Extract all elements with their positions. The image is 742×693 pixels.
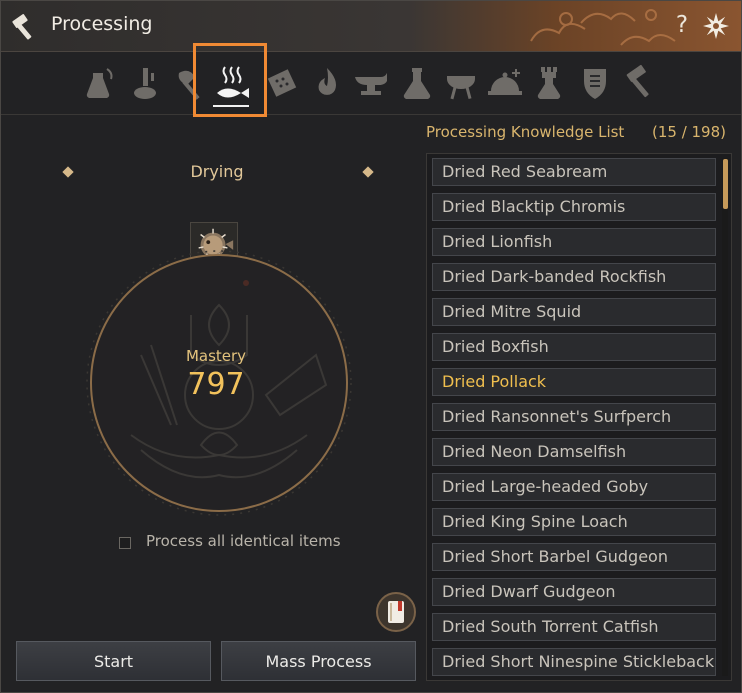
list-item[interactable]: Dried Ransonnet's Surfperch [432, 403, 716, 431]
grind-icon [134, 68, 156, 99]
diamond-ornament-left [62, 166, 74, 178]
list-item[interactable]: Dried Boxfish [432, 333, 716, 361]
list-item[interactable]: Dried Short Barbel Gudgeon [432, 543, 716, 571]
list-item[interactable]: Dried Large-headed Goby [432, 473, 716, 501]
list-scrollbar-track[interactable] [722, 158, 728, 676]
help-button[interactable]: ? [671, 12, 693, 40]
list-scrollbar-thumb[interactable] [723, 159, 728, 209]
axe-icon [178, 70, 200, 100]
list-item[interactable]: Dried Blacktip Chromis [432, 193, 716, 221]
diamond-ornament-right [362, 166, 374, 178]
list-item[interactable]: Dried Pollack [432, 368, 716, 396]
mass-process-button[interactable]: Mass Process [221, 641, 416, 681]
list-item[interactable]: Dried Dwarf Gudgeon [432, 578, 716, 606]
list-item[interactable]: Dried Neon Damselfish [432, 438, 716, 466]
list-item[interactable]: Dried Dark-banded Rockfish [432, 263, 716, 291]
list-item[interactable]: Dried Red Seabream [432, 158, 716, 186]
list-item[interactable]: Dried King Spine Loach [432, 508, 716, 536]
tab-cooking[interactable] [441, 63, 481, 103]
tab-chopping[interactable] [171, 63, 211, 103]
tower-flask-icon [537, 67, 561, 100]
tab-guild[interactable] [575, 63, 615, 103]
drying-fish-icon [217, 66, 249, 98]
hammer-icon [626, 64, 649, 98]
tab-imperial-cooking[interactable] [485, 63, 525, 103]
cloud-ornament-icon [530, 9, 676, 46]
knowledge-list-count: (15 / 198) [651, 123, 726, 141]
shield-icon [584, 69, 606, 99]
processing-category-tabs [1, 53, 741, 115]
process-all-checkbox[interactable] [119, 537, 131, 549]
tab-imperial-alchemy[interactable] [529, 63, 569, 103]
tab-drying[interactable] [213, 63, 253, 103]
category-label: Drying [190, 162, 244, 181]
list-item[interactable]: Dried South Torrent Catfish [432, 613, 716, 641]
cloche-icon [488, 69, 522, 95]
list-item[interactable]: Dried Lionfish [432, 228, 716, 256]
tab-grinding[interactable] [127, 63, 167, 103]
list-item[interactable]: Dried Mitre Squid [432, 298, 716, 326]
hammer-icon [12, 14, 32, 40]
tab-alchemy[interactable] [397, 63, 437, 103]
tab-manufacture[interactable] [621, 63, 661, 103]
recipe-book-icon[interactable] [376, 592, 416, 632]
active-tab-underline [213, 105, 249, 107]
tab-heating[interactable] [307, 63, 347, 103]
tab-smithing[interactable] [351, 63, 391, 103]
grill-icon [447, 76, 475, 100]
knowledge-list-title: Processing Knowledge List [426, 123, 625, 141]
window-title: Processing [51, 13, 153, 35]
processing-window: Processing ? Drying Mastery 797 Process … [0, 0, 742, 693]
knowledge-list: Dried Red Seabream Dried Blacktip Chromi… [426, 153, 732, 681]
mastery-label: Mastery [185, 347, 247, 365]
list-item[interactable]: Dried Short Ninespine Stickleback [432, 648, 716, 676]
tab-shaking[interactable] [81, 63, 121, 103]
mastery-value: 797 [187, 367, 245, 402]
flask-shake-icon [86, 68, 113, 99]
filter-icon [267, 69, 297, 97]
anvil-icon [355, 73, 387, 95]
process-all-label: Process all identical items [146, 532, 341, 550]
tab-filtering[interactable] [263, 63, 303, 103]
start-button[interactable]: Start [16, 641, 211, 681]
settings-star-icon[interactable] [702, 12, 730, 40]
alchemy-flask-icon [403, 68, 431, 100]
title-bar: Processing ? [1, 1, 741, 52]
flame-icon [318, 68, 336, 95]
